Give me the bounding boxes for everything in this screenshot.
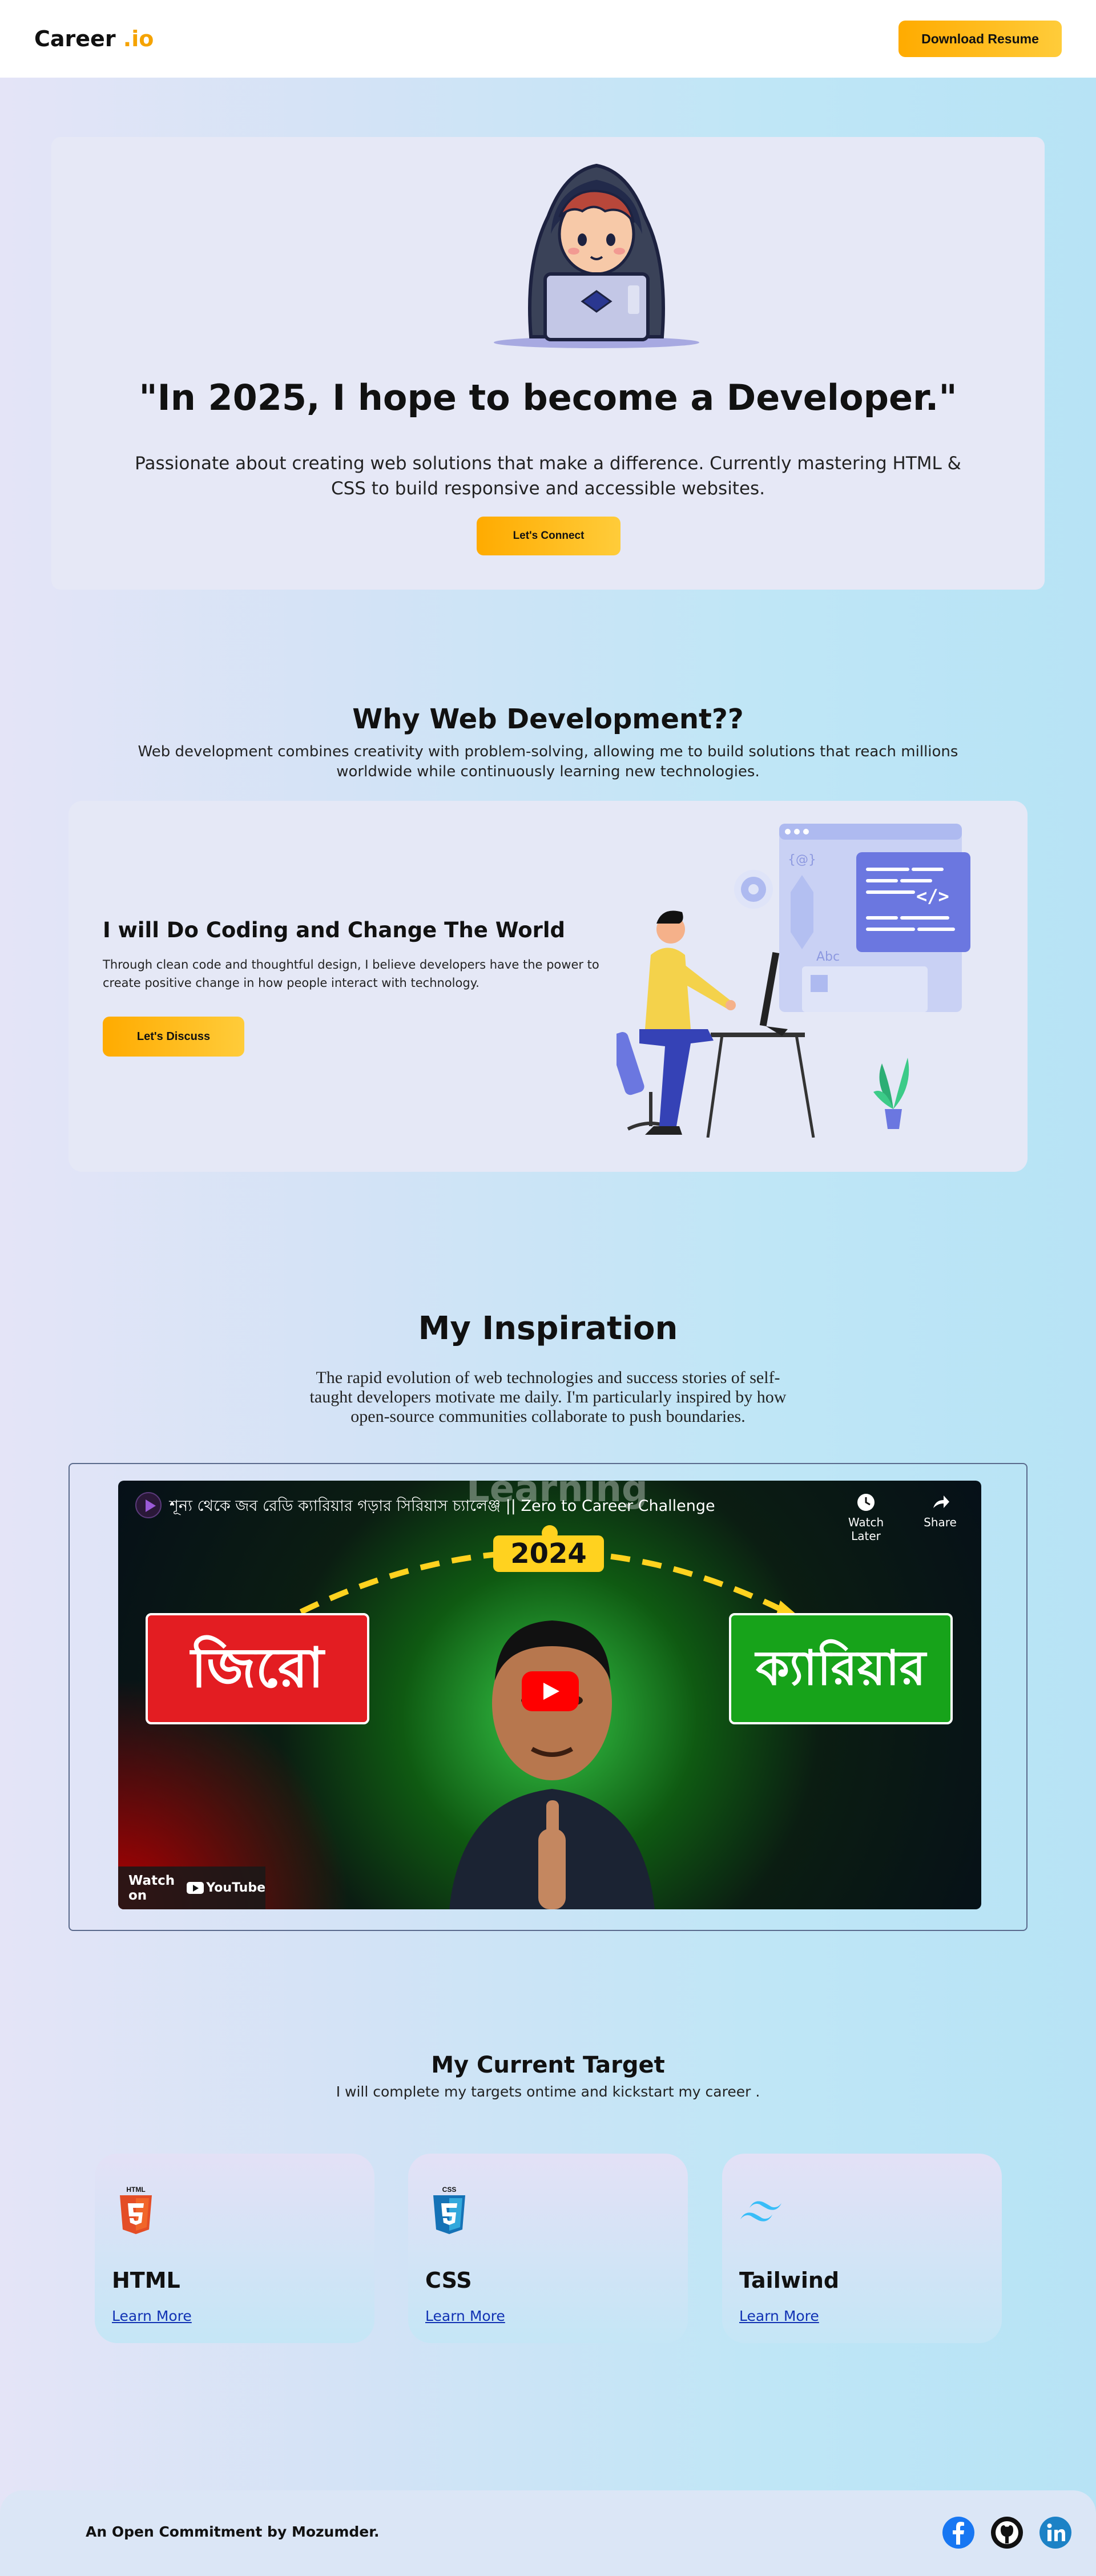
clock-icon xyxy=(857,1494,875,1511)
html5-icon: HTML xyxy=(120,2186,152,2234)
watch-later-button[interactable]: Watch Later xyxy=(832,1492,900,1543)
developer-at-desk-illustration: {@} </> Abc xyxy=(616,824,970,1138)
inspiration-subtitle: The rapid evolution of web technologies … xyxy=(309,1368,787,1426)
career-label-box: ক্যারিয়ার xyxy=(729,1613,953,1724)
brand-main: Career xyxy=(34,26,116,51)
target-card-tailwind: Tailwind Learn More xyxy=(722,2154,1002,2343)
share-button[interactable]: Share xyxy=(917,1492,963,1529)
tailwind-icon xyxy=(740,2201,781,2222)
lets-connect-button[interactable]: Let's Connect xyxy=(477,517,620,555)
target-card-html: HTML HTML Learn More xyxy=(95,2154,374,2343)
target-card-name: HTML xyxy=(112,2268,180,2293)
brand-logo[interactable]: Career .io xyxy=(34,26,154,51)
youtube-wordmark: YouTube xyxy=(206,1881,265,1895)
youtube-logo: YouTube xyxy=(187,1881,265,1895)
target-title: My Current Target xyxy=(431,2052,665,2078)
code-label: </> xyxy=(916,885,949,907)
why-section-subtitle: Web development combines creativity with… xyxy=(138,743,958,780)
zero-label-box: জিরো xyxy=(146,1613,369,1724)
footer: An Open Commitment by Mozumder. xyxy=(0,2490,1096,2576)
video-title[interactable]: শূন্য থেকে জব রেডি ক্যারিয়ার গড়ার সিরি… xyxy=(170,1494,715,1520)
target-card-name: CSS xyxy=(425,2268,472,2293)
lets-discuss-button[interactable]: Let's Discuss xyxy=(103,1017,244,1057)
why-card-title: I will Do Coding and Change The World xyxy=(103,918,566,942)
linkedin-icon[interactable] xyxy=(1039,2516,1072,2549)
css3-icon: CSS xyxy=(433,2186,465,2234)
download-resume-button[interactable]: Download Resume xyxy=(898,21,1062,57)
hero-card: "In 2025, I hope to become a Developer."… xyxy=(51,137,1045,590)
tailwind-learn-more-link[interactable]: Learn More xyxy=(739,2308,819,2324)
watch-later-label: Watch Later xyxy=(848,1515,884,1543)
why-card: I will Do Coding and Change The World Th… xyxy=(68,801,1028,1172)
why-section-title: Why Web Development?? xyxy=(352,703,744,735)
css-icon-caption: CSS xyxy=(442,2186,457,2194)
brand-accent: .io xyxy=(123,26,154,51)
html-icon-caption: HTML xyxy=(126,2186,145,2194)
channel-avatar-icon[interactable] xyxy=(135,1492,162,1518)
abc-label: Abc xyxy=(816,950,840,964)
target-card-name: Tailwind xyxy=(739,2268,840,2293)
facebook-icon[interactable] xyxy=(942,2516,975,2549)
hero-subtitle: Passionate about creating web solutions … xyxy=(135,453,961,499)
target-subtitle: I will complete my targets ontime and ki… xyxy=(336,2083,760,2100)
footer-text: An Open Commitment by Mozumder. xyxy=(86,2523,380,2540)
share-arrow-icon xyxy=(933,1495,949,1508)
watch-on-youtube-button[interactable]: Watch on YouTube xyxy=(118,1867,265,1909)
watch-on-label: Watch on xyxy=(128,1873,175,1903)
share-label: Share xyxy=(924,1515,957,1529)
developer-avatar-illustration xyxy=(494,163,699,348)
year-badge: 2024 xyxy=(493,1535,604,1572)
target-card-css: CSS CSS Learn More xyxy=(408,2154,688,2343)
github-icon[interactable] xyxy=(990,2516,1024,2549)
youtube-play-icon xyxy=(187,1882,204,1894)
navbar: Career .io Download Resume xyxy=(0,0,1096,78)
play-button[interactable] xyxy=(522,1671,579,1711)
inspiration-title: My Inspiration xyxy=(418,1310,678,1347)
hero-title: "In 2025, I hope to become a Developer." xyxy=(139,377,957,418)
why-card-text: Through clean code and thoughtful design… xyxy=(103,958,599,990)
presenter-figure xyxy=(449,1620,655,1909)
youtube-video-player[interactable]: Learning শূন্য থেকে জব রেডি ক্যারিয়ার গ… xyxy=(118,1481,981,1909)
html-learn-more-link[interactable]: Learn More xyxy=(112,2308,192,2324)
braces-label: {@} xyxy=(788,853,816,867)
css-learn-more-link[interactable]: Learn More xyxy=(425,2308,505,2324)
video-embed-frame: Learning শূন্য থেকে জব রেডি ক্যারিয়ার গ… xyxy=(68,1463,1028,1931)
